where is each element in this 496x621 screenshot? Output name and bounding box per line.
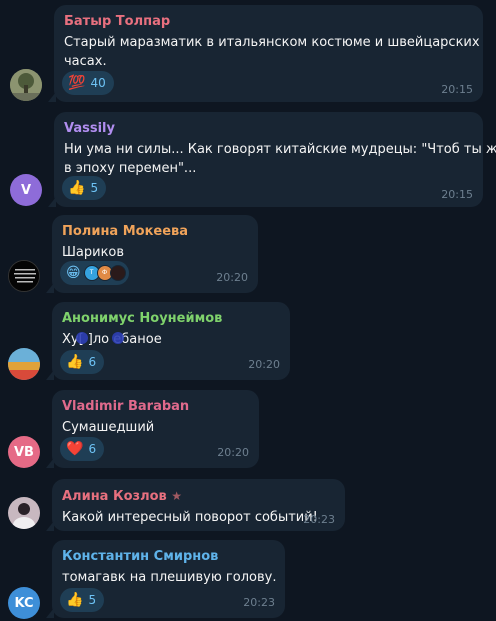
- message-time: 20:15: [441, 188, 473, 201]
- author-name[interactable]: Vassily: [64, 120, 473, 138]
- person-photo-avatar[interactable]: [8, 497, 40, 529]
- message-bubble[interactable]: Полина Мокеева Шариков 😁 Т Ф 20:20: [46, 215, 258, 293]
- reaction-button[interactable]: 👍 5: [60, 588, 105, 612]
- message-time: 20:23: [303, 513, 335, 526]
- reaction-button[interactable]: 👍 6: [60, 350, 105, 374]
- message-text: Сумашедший: [62, 420, 155, 435]
- author-name[interactable]: Батыр Толпар: [64, 13, 473, 31]
- message-text-line-2: часах.: [64, 54, 107, 69]
- message-time: 20:20: [248, 358, 280, 371]
- thumbs-up-icon: 👍: [66, 592, 84, 608]
- reaction-count: 6: [88, 355, 97, 369]
- thumbs-up-icon: 👍: [66, 354, 84, 370]
- message-bubble[interactable]: Vassily Ни ума ни силы... Как говорят ки…: [48, 112, 496, 207]
- author-name[interactable]: Алина Козлов ★: [62, 487, 335, 506]
- avatar-initials[interactable]: VB: [8, 436, 40, 468]
- thumbs-up-icon: 👍: [68, 180, 86, 196]
- reaction-button[interactable]: 💯 40: [62, 71, 114, 95]
- avatar-initials-text: VB: [14, 444, 34, 460]
- tree-photo-avatar[interactable]: [10, 69, 42, 101]
- message-text: Шариков: [62, 245, 125, 260]
- reaction-count: 5: [88, 593, 97, 607]
- message-time: 20:20: [217, 446, 249, 459]
- author-name[interactable]: Анонимус Ноунеймов: [62, 310, 280, 328]
- message-text-line-1: Ни ума ни силы... Как говорят китайские …: [64, 142, 496, 157]
- message-bubble[interactable]: Анонимус Ноунеймов Ху[ ]ло ебаное 👍 6 20…: [46, 302, 290, 380]
- message-time: 20:23: [243, 596, 275, 609]
- message-time: 20:15: [441, 83, 473, 96]
- spoiler-dot: [76, 332, 88, 344]
- star-badge-icon: ★: [171, 489, 183, 503]
- hundred-points-icon: 💯: [68, 75, 86, 91]
- message-text-line-1: Старый маразматик в итальянском костюме …: [64, 35, 480, 50]
- grinning-face-icon: 😁: [66, 265, 81, 281]
- message-time: 20:20: [216, 271, 248, 284]
- message-bubble[interactable]: Константин Смирнов томагавк на плешивую …: [46, 540, 285, 618]
- reaction-button[interactable]: 😁 Т Ф: [60, 261, 129, 285]
- red-heart-icon: ❤️: [66, 441, 84, 457]
- message-text: Ху[ ]ло ебаное: [62, 332, 162, 347]
- reaction-count: 5: [90, 181, 99, 195]
- avatar-initials[interactable]: KC: [8, 587, 40, 619]
- author-name-text: Алина Козлов: [62, 489, 167, 504]
- reaction-button[interactable]: 👍 5: [62, 176, 107, 200]
- message-text: Какой интересный поворот событий!: [62, 510, 318, 525]
- text-quote-icon: [9, 261, 39, 291]
- author-name[interactable]: Полина Мокеева: [62, 223, 248, 241]
- reaction-count: 40: [90, 76, 106, 90]
- tulip-field-avatar[interactable]: [8, 348, 40, 380]
- message-bubble[interactable]: Батыр Толпар Старый маразматик в итальян…: [48, 5, 483, 102]
- reactor-avatar: [109, 265, 126, 281]
- reaction-button[interactable]: ❤️ 6: [60, 437, 105, 461]
- message-bubble[interactable]: Vladimir Baraban Сумашедший ❤️ 6 20:20: [46, 390, 259, 468]
- message-bubble[interactable]: Алина Козлов ★ Какой интересный поворот …: [46, 479, 345, 531]
- message-text: томагавк на плешивую голову.: [62, 570, 277, 585]
- avatar-initials-text: V: [20, 182, 32, 198]
- author-name[interactable]: Vladimir Baraban: [62, 398, 249, 416]
- avatar-initials[interactable]: V: [10, 174, 42, 206]
- text-quote-avatar[interactable]: [8, 260, 40, 292]
- message-text-line-2: в эпоху перемен"...: [64, 161, 197, 176]
- person-photo-icon: [8, 497, 40, 529]
- reaction-count: 6: [88, 442, 97, 456]
- tulip-field-icon: [8, 348, 40, 380]
- tree-photo-icon: [10, 69, 42, 101]
- spoiler-dot: [112, 332, 124, 344]
- avatar-initials-text: KC: [14, 595, 34, 611]
- author-name[interactable]: Константин Смирнов: [62, 548, 275, 566]
